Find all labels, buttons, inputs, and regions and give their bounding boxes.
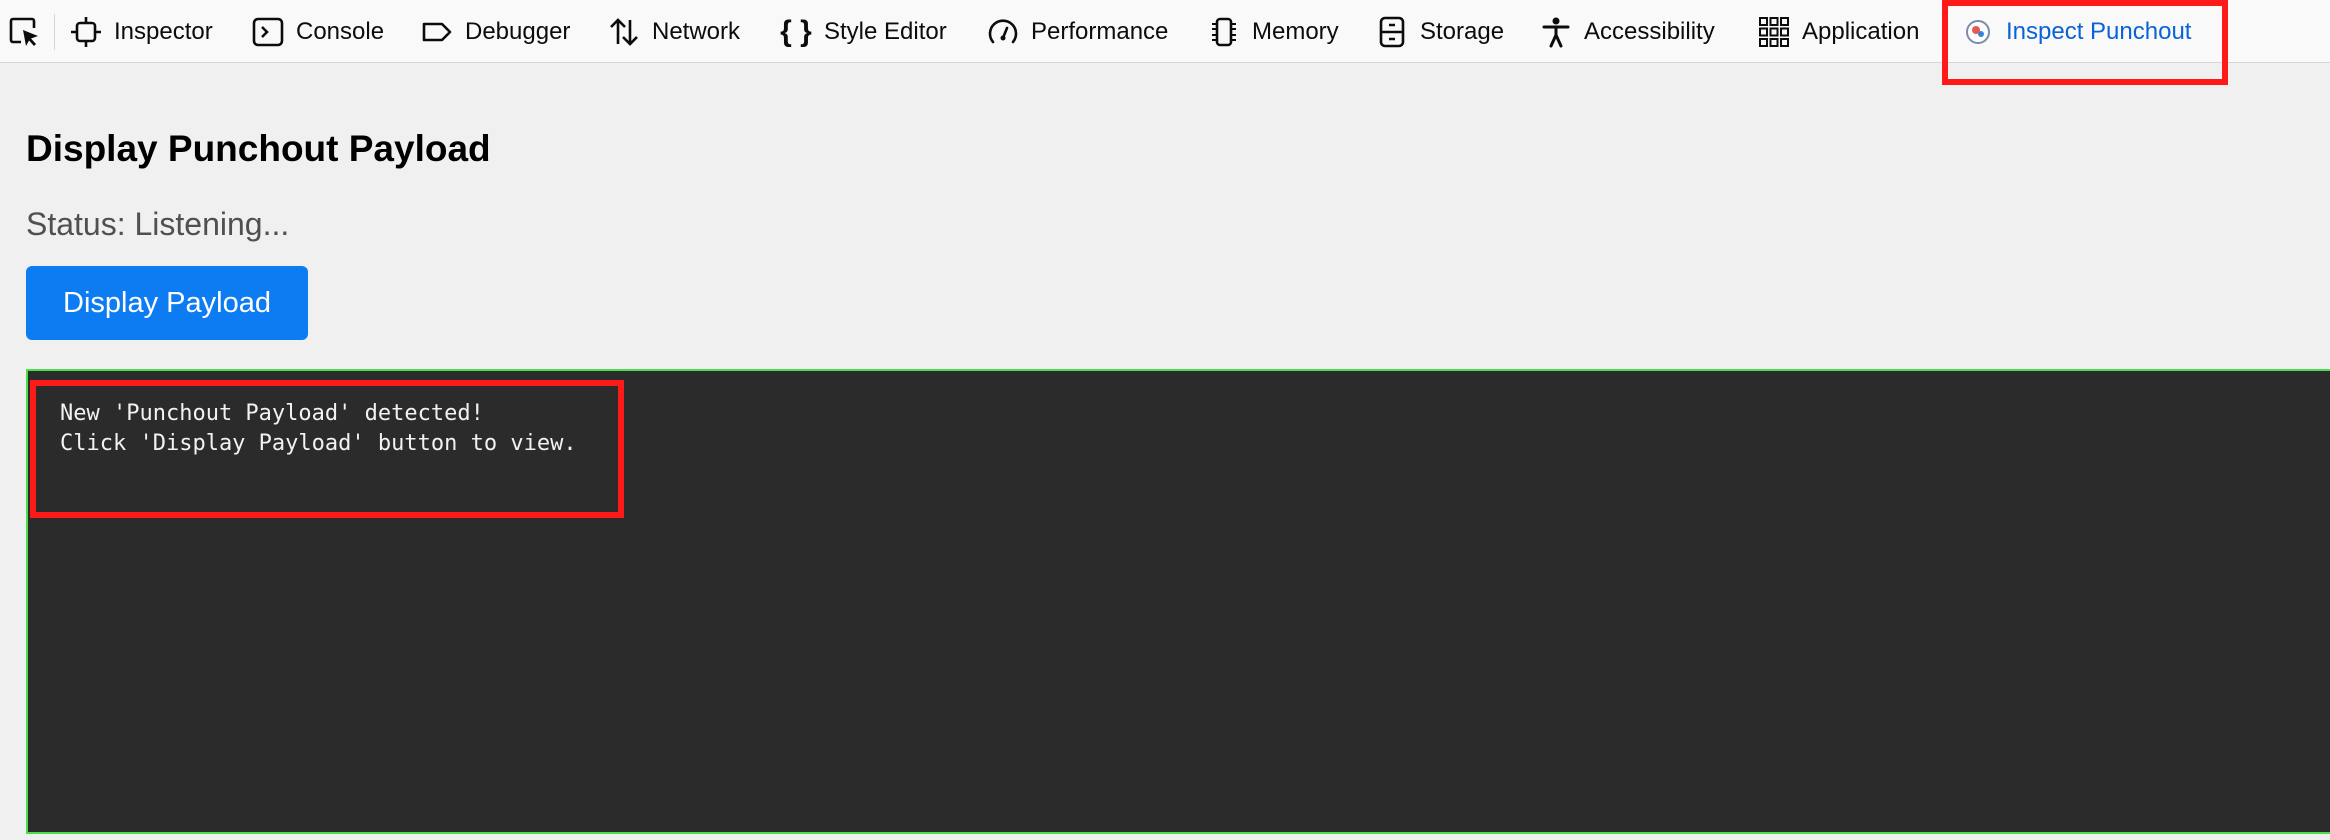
tab-label: Storage bbox=[1420, 17, 1505, 45]
storage-icon bbox=[1376, 16, 1408, 48]
tab-label: Application bbox=[1802, 17, 1920, 45]
tab-label: Style Editor bbox=[824, 17, 947, 45]
tab-label: Inspect Punchout bbox=[2006, 17, 2192, 45]
console-icon bbox=[252, 16, 284, 48]
page-title: Display Punchout Payload bbox=[26, 128, 491, 169]
tab-label: Console bbox=[296, 17, 385, 45]
tab-label: Debugger bbox=[465, 17, 571, 45]
tab-accessibility[interactable]: Accessibility bbox=[1540, 0, 1715, 63]
tab-application[interactable]: Application bbox=[1758, 0, 1919, 63]
devtools-toolbar: Inspector Console Debugger Network { } S… bbox=[0, 0, 2330, 63]
tab-inspector[interactable]: Inspector bbox=[70, 0, 213, 63]
debugger-icon bbox=[421, 16, 453, 48]
tab-memory[interactable]: Memory bbox=[1208, 0, 1339, 63]
tab-inspect-punchout[interactable]: Inspect Punchout bbox=[1962, 0, 2191, 63]
tab-label: Performance bbox=[1031, 17, 1169, 45]
payload-output-panel[interactable]: New 'Punchout Payload' detected! Click '… bbox=[26, 369, 2330, 834]
style-editor-icon: { } bbox=[780, 14, 812, 48]
toolbar-divider bbox=[54, 14, 55, 50]
tab-performance[interactable]: Performance bbox=[987, 0, 1168, 63]
element-picker-button[interactable] bbox=[4, 14, 44, 50]
tab-storage[interactable]: Storage bbox=[1376, 0, 1504, 63]
network-icon bbox=[608, 16, 640, 48]
tab-label: Inspector bbox=[114, 17, 213, 45]
status-text: Status: Listening... bbox=[26, 206, 290, 242]
tab-network[interactable]: Network bbox=[608, 0, 740, 63]
display-payload-button[interactable]: Display Payload bbox=[26, 266, 308, 340]
punchout-extension-icon bbox=[1962, 16, 1994, 48]
tab-label: Accessibility bbox=[1584, 17, 1715, 45]
tab-style-editor[interactable]: { } Style Editor bbox=[780, 0, 947, 63]
inspector-icon bbox=[70, 16, 102, 48]
payload-output-text: New 'Punchout Payload' detected! Click '… bbox=[60, 401, 577, 456]
performance-icon bbox=[987, 16, 1019, 48]
application-icon bbox=[1758, 16, 1790, 48]
memory-icon bbox=[1208, 16, 1240, 48]
tab-debugger[interactable]: Debugger bbox=[421, 0, 570, 63]
tab-console[interactable]: Console bbox=[252, 0, 384, 63]
accessibility-icon bbox=[1540, 16, 1572, 48]
element-picker-icon bbox=[9, 17, 38, 46]
tab-label: Memory bbox=[1252, 17, 1339, 45]
tab-label: Network bbox=[652, 17, 741, 45]
